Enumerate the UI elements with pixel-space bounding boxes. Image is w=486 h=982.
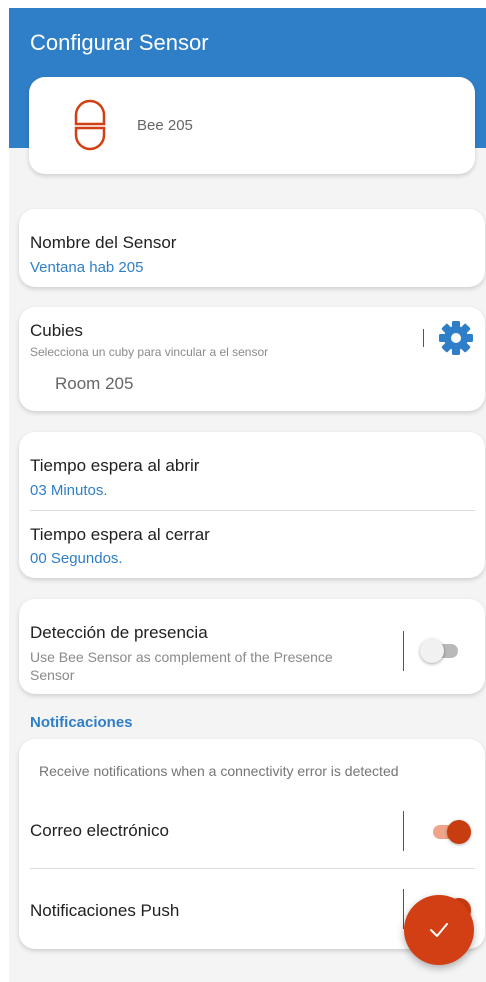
email-notification-toggle[interactable] bbox=[429, 819, 471, 845]
open-timer-label: Tiempo espera al abrir bbox=[30, 456, 200, 475]
timers-card: Tiempo espera al abrir 03 Minutos. Tiemp… bbox=[19, 432, 485, 578]
email-notification-label: Correo electrónico bbox=[30, 821, 169, 840]
presence-card: Detección de presencia Use Bee Sensor as… bbox=[19, 599, 485, 694]
cubies-card: Cubies Selecciona un cuby para vincular … bbox=[19, 307, 485, 411]
cubies-label: Cubies bbox=[30, 321, 83, 340]
toggle-thumb bbox=[447, 820, 471, 844]
separator bbox=[423, 329, 424, 347]
notifications-description: Receive notifications when a connectivit… bbox=[39, 763, 399, 779]
sensor-name-value[interactable]: Ventana hab 205 bbox=[30, 259, 143, 276]
presence-description: Use Bee Sensor as complement of the Pres… bbox=[30, 649, 333, 683]
separator bbox=[403, 631, 404, 671]
cubies-selected-value[interactable]: Room 205 bbox=[55, 374, 133, 394]
screen: Configurar Sensor Bee 205 Nombre del Sen… bbox=[9, 8, 486, 982]
check-icon bbox=[430, 923, 448, 937]
sensor-name-label: Nombre del Sensor bbox=[30, 233, 177, 252]
gear-icon[interactable] bbox=[438, 320, 474, 361]
toggle-thumb bbox=[420, 639, 444, 663]
presence-label: Detección de presencia bbox=[30, 623, 208, 642]
push-notification-label: Notificaciones Push bbox=[30, 901, 180, 920]
device-card: Bee 205 bbox=[29, 77, 475, 174]
cubies-hint: Selecciona un cuby para vincular a el se… bbox=[30, 345, 269, 359]
sensor-name-card[interactable]: Nombre del Sensor Ventana hab 205 bbox=[19, 209, 485, 287]
presence-toggle[interactable] bbox=[420, 638, 462, 664]
door-sensor-icon bbox=[73, 99, 107, 156]
close-timer-value[interactable]: 00 Segundos. bbox=[30, 550, 123, 567]
separator bbox=[403, 811, 404, 851]
close-timer-label: Tiempo espera al cerrar bbox=[30, 525, 210, 544]
divider bbox=[30, 868, 475, 869]
device-name: Bee 205 bbox=[137, 117, 193, 134]
page-title: Configurar Sensor bbox=[30, 30, 209, 55]
open-timer-value[interactable]: 03 Minutos. bbox=[30, 482, 108, 499]
notifications-section-title: Notificaciones bbox=[30, 714, 133, 731]
divider bbox=[30, 510, 475, 511]
save-fab-button[interactable] bbox=[404, 895, 474, 965]
